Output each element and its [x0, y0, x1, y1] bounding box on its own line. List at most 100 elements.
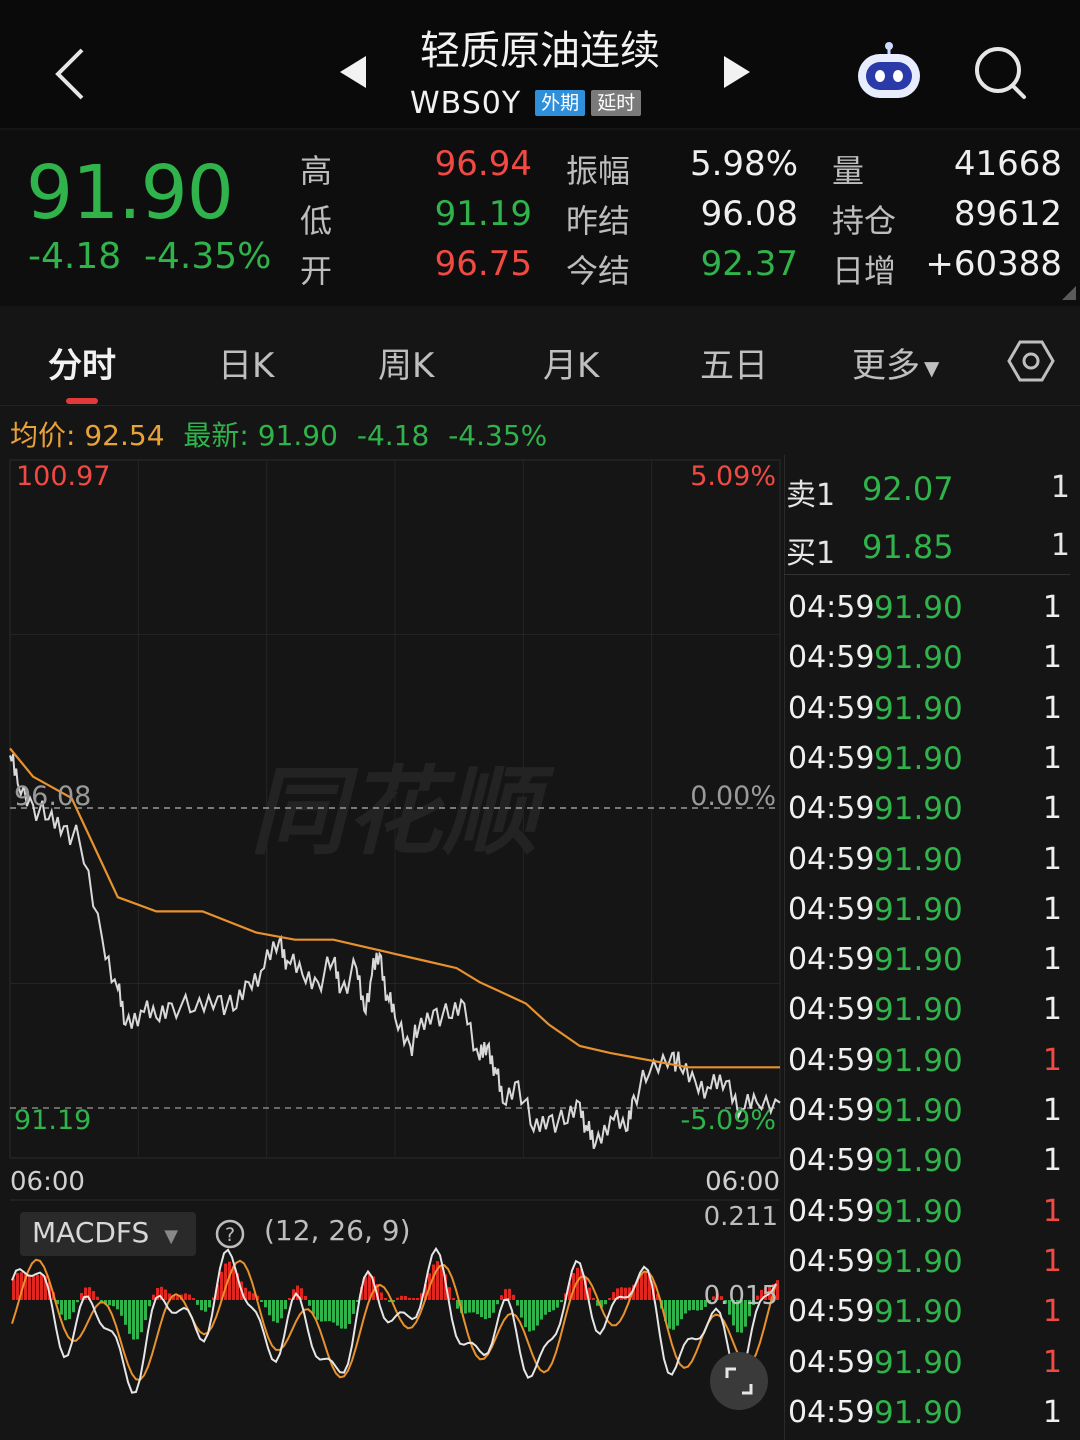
- trade-price: 91.90: [874, 841, 963, 878]
- trade-volume: 1: [1042, 942, 1062, 978]
- trade-time: 04:59: [788, 1394, 875, 1430]
- macd-bar: [404, 1295, 407, 1300]
- trade-volume: 1: [1042, 841, 1062, 877]
- macd-bar: [96, 1296, 99, 1300]
- tab-intraday[interactable]: 分时: [48, 338, 116, 387]
- macd-bar: [468, 1300, 471, 1313]
- trade-volume: 1: [1042, 1394, 1062, 1430]
- macd-bar: [500, 1295, 503, 1300]
- latest-change: -4.18: [356, 419, 430, 452]
- macd-bar: [480, 1300, 483, 1318]
- sell1-volume: 1: [1050, 470, 1070, 505]
- trade-time: 04:59: [788, 992, 875, 1028]
- contract-subline: WBS0Y 外期 延时: [410, 85, 642, 121]
- y-bottom-label: 91.19: [14, 1105, 91, 1136]
- macd-bar: [92, 1291, 95, 1300]
- y-top-label: 100.97: [16, 461, 110, 492]
- dropdown-caret-icon: ▼: [924, 355, 940, 380]
- trade-time: 04:59: [788, 590, 875, 625]
- buy1-volume: 1: [1050, 528, 1070, 563]
- help-question-icon[interactable]: ?: [214, 1218, 246, 1250]
- back-arrow-icon[interactable]: [40, 38, 100, 108]
- pct-mid-label: 0.00%: [690, 781, 776, 812]
- low-value: 91.19: [434, 194, 532, 234]
- macd-bar: [604, 1300, 607, 1305]
- macd-bar: [132, 1300, 135, 1340]
- today-settle-label: 今结: [566, 252, 631, 290]
- macd-bar: [148, 1300, 151, 1307]
- trade-row: 04:59 91.90 1: [788, 842, 1070, 892]
- trade-volume: 1: [1042, 791, 1062, 827]
- low-label: 低: [300, 202, 333, 240]
- macd-bar: [124, 1300, 127, 1325]
- buy1-label: 买1: [786, 536, 836, 571]
- trade-row: 04:59 91.90 1: [788, 1345, 1070, 1395]
- macd-bar: [12, 1278, 15, 1300]
- macd-bar: [524, 1300, 527, 1328]
- intraday-chart[interactable]: 同花顺 100.97 5.09% 96.08 0.00% 91.19 -5.09…: [0, 455, 785, 1440]
- trade-volume: 1: [1042, 992, 1062, 1028]
- macd-indicator-select[interactable]: MACDFS ▼: [20, 1212, 196, 1256]
- trade-volume: 1: [1042, 1042, 1062, 1078]
- macd-bar: [340, 1300, 343, 1329]
- trade-volume: 1: [1042, 1294, 1062, 1330]
- trade-time: 04:59: [788, 640, 875, 676]
- macd-bar: [644, 1271, 647, 1300]
- tab-monthly-k[interactable]: 月K: [543, 338, 599, 387]
- macd-bar: [344, 1300, 347, 1329]
- trade-volume: 1: [1042, 891, 1062, 927]
- high-label: 高: [300, 152, 333, 190]
- macd-bar: [196, 1300, 199, 1305]
- expand-fullscreen-icon[interactable]: [710, 1352, 768, 1410]
- daily-increase-label: 日增: [832, 252, 897, 290]
- settings-hexagon-icon[interactable]: [1006, 336, 1056, 386]
- x-start-label: 06:00: [10, 1167, 85, 1197]
- trade-time: 04:59: [788, 942, 875, 978]
- trade-price: 91.90: [874, 1243, 963, 1280]
- tab-daily-k[interactable]: 日K: [218, 338, 274, 387]
- macd-bar: [528, 1300, 531, 1332]
- macd-bar: [692, 1300, 695, 1310]
- tab-weekly-k[interactable]: 周K: [378, 338, 434, 387]
- contract-code: WBS0Y: [410, 85, 522, 121]
- last-price: 91.90: [26, 150, 234, 236]
- trade-time: 04:59: [788, 1294, 875, 1330]
- tab-more[interactable]: 更多 ▼: [852, 338, 939, 387]
- macd-bar: [680, 1300, 683, 1320]
- macd-bar: [640, 1274, 643, 1300]
- macd-bar: [672, 1300, 675, 1330]
- macd-bar: [136, 1300, 139, 1340]
- macd-bar: [204, 1300, 207, 1312]
- macd-top-label: 0.211: [704, 1202, 778, 1232]
- trade-row: 04:59 91.90 1: [788, 1194, 1070, 1244]
- sell1-price: 92.07: [862, 470, 954, 508]
- macd-bar: [304, 1295, 307, 1300]
- tab-five-day[interactable]: 五日: [700, 338, 768, 387]
- trade-price: 91.90: [874, 891, 963, 928]
- macd-bar: [452, 1298, 455, 1300]
- trade-volume: 1: [1042, 1093, 1062, 1128]
- macd-bar: [612, 1292, 615, 1300]
- macd-bar: [120, 1300, 123, 1316]
- macd-bar: [696, 1300, 699, 1311]
- macd-bar: [608, 1298, 611, 1300]
- volume-label: 量: [832, 152, 865, 190]
- macd-bar: [108, 1300, 111, 1306]
- macd-bar: [288, 1298, 291, 1300]
- macd-bar: [472, 1300, 475, 1313]
- market-badge: 外期: [535, 90, 586, 116]
- y-mid-label: 96.08: [14, 781, 91, 812]
- macd-bar: [592, 1298, 595, 1300]
- macd-bar: [484, 1300, 487, 1320]
- macd-bar: [432, 1264, 435, 1300]
- next-contract-icon[interactable]: [710, 50, 760, 94]
- search-icon[interactable]: [970, 42, 1032, 104]
- macd-bar: [248, 1291, 251, 1300]
- corner-fold-icon: [1062, 286, 1076, 300]
- macd-bar: [476, 1300, 479, 1315]
- trade-time: 04:59: [788, 1093, 875, 1128]
- robot-assistant-icon[interactable]: [852, 40, 926, 104]
- macd-bar: [280, 1300, 283, 1319]
- macd-bar: [320, 1300, 323, 1322]
- macd-bar: [28, 1275, 31, 1300]
